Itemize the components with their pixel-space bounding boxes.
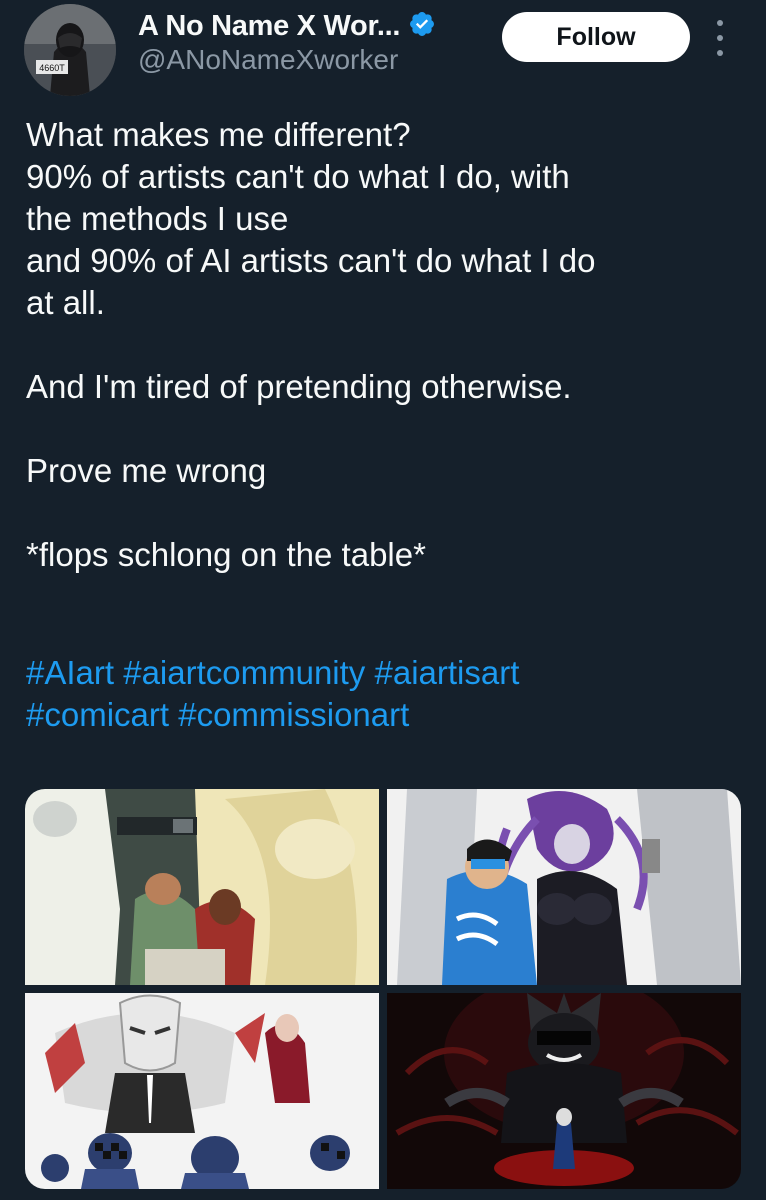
tweet-line: [26, 324, 746, 366]
media-image-3[interactable]: [25, 993, 379, 1189]
tweet-line: [26, 408, 746, 450]
tweet: 4660T A No Name X Wor... @ANoNameXworker…: [0, 0, 766, 1200]
display-name[interactable]: A No Name X Wor...: [138, 10, 400, 43]
tweet-line: the methods I use: [26, 200, 289, 237]
tweet-line: at all.: [26, 284, 105, 321]
tweet-line: What makes me different?: [26, 116, 411, 153]
tweet-line: [26, 492, 746, 534]
hashtag-link[interactable]: #AIart: [26, 654, 114, 691]
tweet-line: 90% of artists can't do what I do, with: [26, 158, 570, 195]
hashtag-line: #comicart #commissionart: [26, 694, 746, 736]
tweet-header: 4660T A No Name X Wor... @ANoNameXworker…: [24, 0, 744, 96]
tweet-text: What makes me different? 90% of artists …: [26, 114, 746, 576]
verified-badge-icon: [408, 10, 436, 43]
hashtags: #AIart #aiartcommunity #aiartisart #comi…: [26, 652, 746, 736]
more-dots-vertical-icon[interactable]: [708, 20, 732, 56]
name-line: A No Name X Wor...: [138, 6, 436, 46]
tweet-line: Prove me wrong: [26, 452, 267, 489]
hashtag-link[interactable]: #aiartcommunity: [123, 654, 365, 691]
tweet-line: And I'm tired of pretending otherwise.: [26, 368, 572, 405]
avatar[interactable]: 4660T: [24, 4, 116, 96]
avatar-badge: 4660T: [39, 63, 65, 73]
handle[interactable]: @ANoNameXworker: [138, 44, 398, 76]
media-grid: [25, 789, 741, 1189]
tweet-line: *flops schlong on the table*: [26, 536, 426, 573]
hashtag-link[interactable]: #commissionart: [178, 696, 409, 733]
media-image-1[interactable]: [25, 789, 379, 985]
follow-button[interactable]: Follow: [502, 12, 690, 62]
hashtag-link[interactable]: #aiartisart: [374, 654, 519, 691]
hashtag-link[interactable]: #comicart: [26, 696, 169, 733]
media-image-2[interactable]: [387, 789, 741, 985]
hashtag-line: #AIart #aiartcommunity #aiartisart: [26, 652, 746, 694]
tweet-line: and 90% of AI artists can't do what I do: [26, 242, 596, 279]
media-image-4[interactable]: [387, 993, 741, 1189]
